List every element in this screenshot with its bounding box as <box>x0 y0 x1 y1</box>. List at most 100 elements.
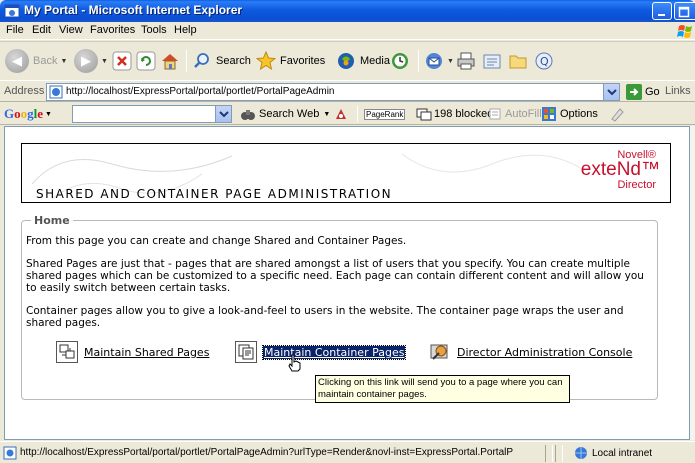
back-label: Back <box>33 55 58 67</box>
google-search-dropdown[interactable] <box>215 106 231 122</box>
google-dropdown-icon: ▼ <box>45 110 52 118</box>
maintain-shared-pages-link[interactable]: Maintain Shared Pages <box>56 341 209 363</box>
page-icon <box>49 85 63 99</box>
refresh-button[interactable] <box>136 48 156 74</box>
options-icon <box>542 107 556 121</box>
status-panel <box>555 445 563 462</box>
chevron-down-icon <box>219 111 229 118</box>
stop-icon <box>112 51 132 71</box>
menu-favorites[interactable]: Favorites <box>90 24 135 36</box>
go-arrow-icon <box>626 84 642 100</box>
home-section: Home From this page you can create and c… <box>21 214 658 400</box>
forward-arrow-icon: ▶ <box>74 49 98 73</box>
media-icon <box>338 53 354 69</box>
autofill-button[interactable]: AutoFill <box>488 106 542 122</box>
home-icon <box>162 54 178 70</box>
search-button[interactable]: Search <box>192 48 251 74</box>
mail-icon <box>426 53 442 69</box>
media-label: Media <box>360 55 390 67</box>
history-button[interactable] <box>390 48 410 74</box>
stop-button[interactable] <box>112 48 132 74</box>
container-pages-tooltip: Clicking on this link will send you to a… <box>315 375 570 403</box>
brand-director: Director <box>617 179 656 191</box>
go-button[interactable]: Go <box>626 83 660 101</box>
shared-pages-description: Shared Pages are just that - pages that … <box>26 258 644 294</box>
edit-page-icon <box>483 54 501 69</box>
back-button[interactable]: ◀ Back ▼ <box>5 48 67 74</box>
standard-toolbar: ◀ Back ▼ ▶ ▼ Search Favorites Media ▼ Q <box>0 41 695 79</box>
messenger-button[interactable]: Q <box>534 48 554 74</box>
minimize-button[interactable] <box>652 2 672 20</box>
go-label: Go <box>645 86 660 98</box>
windows-logo-icon <box>677 25 692 38</box>
favorites-button[interactable]: Favorites <box>256 48 325 74</box>
maximize-button[interactable] <box>674 2 695 20</box>
search-web-label: Search Web <box>259 108 320 120</box>
address-dropdown-button[interactable] <box>603 84 619 100</box>
home-button[interactable] <box>160 48 180 74</box>
maintain-container-pages-link[interactable]: Maintain Container Pages <box>235 341 407 363</box>
menu-edit[interactable]: Edit <box>32 24 51 36</box>
director-admin-console-link[interactable]: Director Administration Console <box>429 341 632 363</box>
mail-dropdown-icon[interactable]: ▼ <box>447 58 454 65</box>
binoculars-icon <box>241 110 255 120</box>
search-label: Search <box>216 55 251 67</box>
intro-text: From this page you can create and change… <box>26 235 407 247</box>
forward-dropdown-icon[interactable]: ▼ <box>101 58 108 65</box>
print-icon <box>457 52 475 70</box>
brand-extend: exteNd™ <box>580 159 660 180</box>
favorites-star-icon <box>256 51 276 71</box>
vertical-scrollbar[interactable] <box>690 126 695 440</box>
news-button[interactable] <box>333 106 349 122</box>
address-label: Address <box>4 85 45 97</box>
options-label: Options <box>560 108 598 120</box>
status-page-icon <box>3 446 17 460</box>
popup-blocker-icon <box>416 108 432 121</box>
options-button[interactable]: Options <box>541 106 598 122</box>
google-toolbar: Google ▼ Search Web ▼ PageRank 198 block… <box>0 103 695 125</box>
highlighter-icon <box>611 108 624 122</box>
search-web-dropdown-icon: ▼ <box>323 110 331 118</box>
status-bar: http://localhost/ExpressPortal/portal/po… <box>0 441 695 463</box>
autofill-icon <box>489 108 501 120</box>
pagerank-button[interactable]: PageRank <box>364 106 406 122</box>
title-bar[interactable]: My Portal - Microsoft Internet Explorer <box>0 0 695 22</box>
google-search-input[interactable] <box>72 105 232 123</box>
toolbar-separator <box>186 50 187 72</box>
search-web-button[interactable]: Search Web ▼ <box>240 106 330 122</box>
menu-bar: File Edit View Favorites Tools Help <box>0 22 695 40</box>
print-button[interactable] <box>456 48 476 74</box>
back-dropdown-icon[interactable]: ▼ <box>60 58 67 65</box>
edit-button[interactable] <box>482 48 502 74</box>
maintain-shared-pages-label[interactable]: Maintain Shared Pages <box>84 346 209 359</box>
page-content[interactable]: SHARED AND CONTAINER PAGE ADMINISTRATION… <box>4 126 690 440</box>
forward-button[interactable]: ▶ ▼ <box>74 48 108 74</box>
google-menu-button[interactable]: Google ▼ <box>4 106 52 122</box>
popup-blocker-button[interactable]: 198 blocked <box>416 106 493 122</box>
admin-console-icon <box>429 341 451 363</box>
media-button[interactable]: Media <box>336 48 390 74</box>
menu-view[interactable]: View <box>59 24 83 36</box>
address-input[interactable]: http://localhost/ExpressPortal/portal/po… <box>46 83 620 101</box>
zone-label: Local intranet <box>592 447 653 459</box>
security-zone: Local intranet <box>573 446 652 460</box>
mail-button[interactable]: ▼ <box>424 48 454 74</box>
shared-pages-icon <box>56 341 78 363</box>
folder-button[interactable] <box>508 48 528 74</box>
menu-help[interactable]: Help <box>174 24 197 36</box>
google-separator <box>357 106 358 122</box>
menu-tools[interactable]: Tools <box>141 24 167 36</box>
chevron-down-icon <box>607 89 617 96</box>
highlight-button[interactable] <box>609 106 625 122</box>
links-label[interactable]: Links <box>665 85 691 97</box>
portal-banner: SHARED AND CONTAINER PAGE ADMINISTRATION… <box>21 143 671 203</box>
maintain-container-pages-label[interactable]: Maintain Container Pages <box>261 344 407 360</box>
google-logo: Google <box>4 106 44 121</box>
home-legend: Home <box>31 214 73 227</box>
folder-icon <box>509 55 527 69</box>
intranet-zone-icon <box>575 447 587 459</box>
menu-file[interactable]: File <box>6 24 24 36</box>
director-admin-console-label[interactable]: Director Administration Console <box>457 346 632 359</box>
news-icon <box>336 109 346 119</box>
pagerank-label: PageRank <box>364 108 406 120</box>
